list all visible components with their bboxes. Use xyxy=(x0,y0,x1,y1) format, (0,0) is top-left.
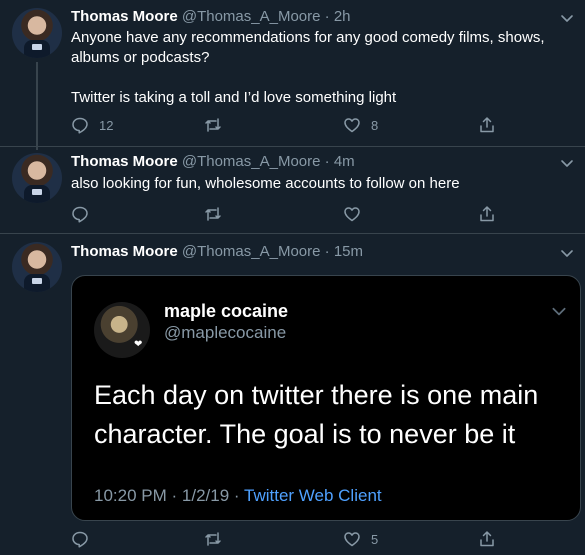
chevron-down-icon[interactable] xyxy=(559,245,575,261)
share-icon xyxy=(480,531,494,547)
tweet-header: Thomas Moore @Thomas_A_Moore · 2h xyxy=(71,7,351,27)
tweet-text-line: Anyone have any recommendations for any … xyxy=(71,29,545,46)
reply-icon xyxy=(72,531,88,548)
embedded-date: 1/2/19 xyxy=(181,486,230,505)
embedded-tweet[interactable]: ❤ maple cocaine @maplecocaine Each day o… xyxy=(71,275,581,521)
like-count: 5 xyxy=(371,531,379,547)
retweet-icon xyxy=(205,118,221,132)
timestamp[interactable]: 2h xyxy=(334,8,351,25)
action-bar xyxy=(71,204,571,224)
share-button[interactable] xyxy=(478,115,496,135)
heart-icon xyxy=(344,118,360,133)
tweet-1[interactable]: Thomas Moore @Thomas_A_Moore · 2h Anyone… xyxy=(0,0,585,150)
embedded-footer: 10:20 PM · 1/2/19 · Twitter Web Client xyxy=(94,486,382,506)
client-link[interactable]: Twitter Web Client xyxy=(244,486,382,505)
embedded-time: 10:20 PM xyxy=(94,486,167,505)
meta-dot: · xyxy=(324,8,330,25)
meta-dot: · xyxy=(171,486,178,505)
share-icon xyxy=(480,117,494,133)
share-button[interactable] xyxy=(478,204,496,224)
thread-line xyxy=(36,62,38,150)
share-button[interactable] xyxy=(478,529,496,549)
tweet-2[interactable]: Thomas Moore @Thomas_A_Moore · 4m also l… xyxy=(0,146,585,233)
retweet-icon xyxy=(205,532,221,546)
avatar[interactable] xyxy=(12,242,62,292)
tweet-text-line xyxy=(71,68,571,88)
meta-dot: · xyxy=(324,243,330,260)
embedded-handle[interactable]: @maplecocaine xyxy=(164,323,286,343)
like-button[interactable]: 8 xyxy=(343,115,378,135)
retweet-button[interactable] xyxy=(204,115,232,135)
handle[interactable]: @Thomas_A_Moore xyxy=(182,243,321,260)
tweet-text: Anyone have any recommendations for any … xyxy=(71,28,571,108)
like-count: 8 xyxy=(371,117,379,133)
embedded-text-line: character. The goal is to never be it xyxy=(94,419,516,449)
reply-count: 12 xyxy=(99,117,114,133)
chevron-down-icon[interactable] xyxy=(559,10,575,26)
embedded-text-line: Each day on twitter there is one main xyxy=(94,380,539,410)
embedded-tweet-text: Each day on twitter there is one main ch… xyxy=(94,376,564,454)
tweet-text-line: Twitter is taking a toll and I’d love so… xyxy=(71,89,397,106)
like-button[interactable]: 5 xyxy=(343,529,378,549)
handle[interactable]: @Thomas_A_Moore xyxy=(182,8,321,25)
avatar[interactable] xyxy=(12,8,62,58)
reply-button[interactable] xyxy=(71,529,99,549)
rainbow-heart-icon: ❤ xyxy=(134,339,143,350)
reply-icon xyxy=(72,206,88,223)
handle[interactable]: @Thomas_A_Moore xyxy=(182,153,321,170)
tweet-header: Thomas Moore @Thomas_A_Moore · 15m xyxy=(71,242,363,262)
display-name[interactable]: Thomas Moore xyxy=(71,8,178,25)
retweet-button[interactable] xyxy=(204,529,232,549)
meta-dot: · xyxy=(233,486,240,505)
tweet-header: Thomas Moore @Thomas_A_Moore · 4m xyxy=(71,152,355,172)
display-name[interactable]: Thomas Moore xyxy=(71,153,178,170)
heart-icon xyxy=(344,532,360,547)
timestamp[interactable]: 15m xyxy=(334,243,363,260)
retweet-icon xyxy=(205,207,221,221)
avatar[interactable] xyxy=(12,153,62,203)
action-bar: 12 8 xyxy=(71,115,571,135)
tweet-text: also looking for fun, wholesome accounts… xyxy=(71,174,571,194)
chevron-down-icon[interactable] xyxy=(559,155,575,171)
share-icon xyxy=(480,206,494,222)
chevron-down-icon[interactable] xyxy=(550,302,568,320)
display-name[interactable]: Thomas Moore xyxy=(71,243,178,260)
action-bar: 5 xyxy=(71,529,571,549)
reply-icon xyxy=(72,117,88,134)
like-button[interactable] xyxy=(343,204,371,224)
tweet-text-line: albums or podcasts? xyxy=(71,49,210,66)
timestamp[interactable]: 4m xyxy=(334,153,355,170)
reply-button[interactable] xyxy=(71,204,99,224)
retweet-button[interactable] xyxy=(204,204,232,224)
heart-icon xyxy=(344,207,360,222)
meta-dot: · xyxy=(324,153,330,170)
reply-button[interactable]: 12 xyxy=(71,115,113,135)
embedded-display-name[interactable]: maple cocaine xyxy=(164,301,288,322)
timeline: Thomas Moore @Thomas_A_Moore · 2h Anyone… xyxy=(0,0,585,555)
tweet-text-line: also looking for fun, wholesome accounts… xyxy=(71,175,460,192)
